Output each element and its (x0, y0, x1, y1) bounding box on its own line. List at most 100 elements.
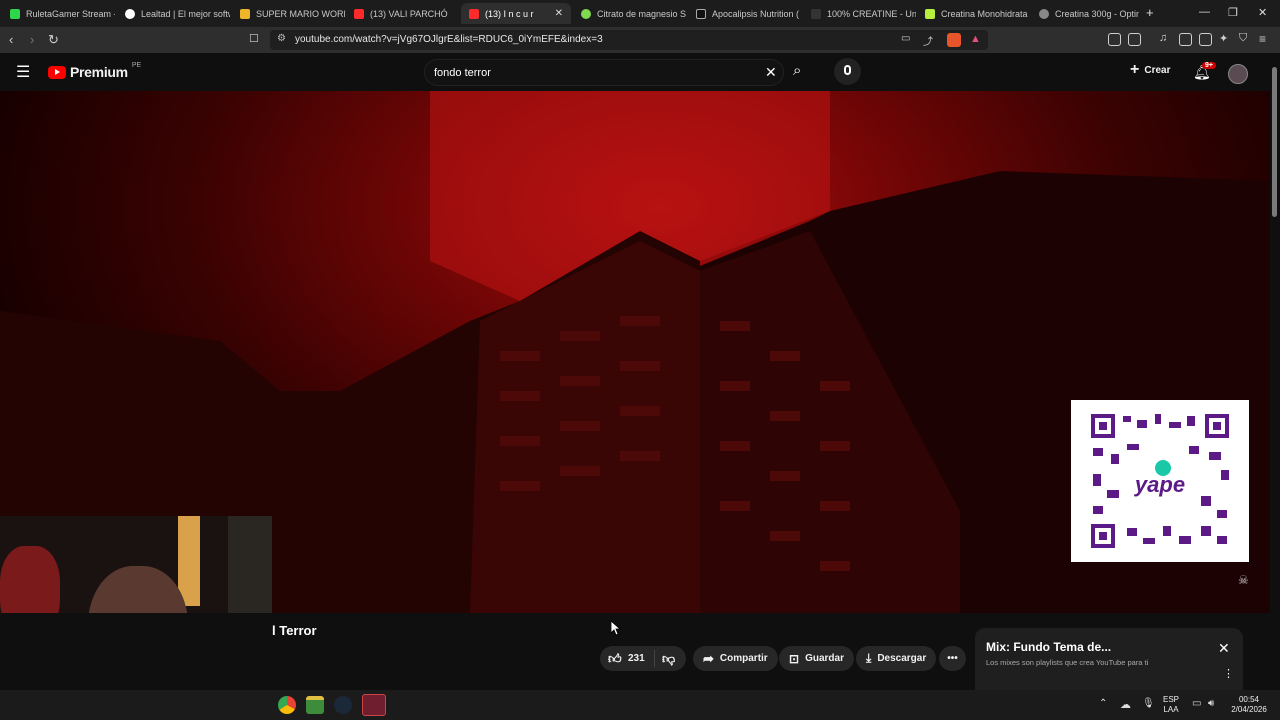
voice-search-button[interactable] (834, 58, 861, 85)
tab-label: RuletaGamer Stream - (26, 8, 115, 19)
like-icon[interactable]: 👍︎ (608, 651, 622, 667)
bookmark-icon[interactable]: ☐ (249, 32, 259, 45)
ai-assistant-icon[interactable]: ✦ (1219, 32, 1228, 45)
minimize-button[interactable]: — (1199, 6, 1210, 18)
app-taskbar-icon[interactable] (306, 696, 324, 714)
create-label: Crear (1144, 64, 1171, 76)
volume-icon[interactable]: 🔊︎ (1208, 698, 1214, 709)
restore-button[interactable]: ❐ (1228, 6, 1238, 19)
tab-close-icon[interactable]: ✕ (555, 8, 563, 19)
save-button[interactable]: ⊡ Guardar (779, 646, 854, 671)
clear-search-icon[interactable]: ✕ (765, 64, 777, 81)
channel-watermark-icon: ☠ (1238, 573, 1249, 587)
cloud-icon[interactable]: ☁ (1120, 698, 1131, 711)
browser-tab-4[interactable]: (13) VALI PARCHÓ (346, 3, 459, 24)
game-taskbar-icon[interactable] (362, 694, 386, 716)
more-actions-button[interactable]: ••• (939, 646, 966, 671)
steam-taskbar-icon[interactable] (334, 696, 352, 714)
sidebar-icon[interactable] (1179, 33, 1192, 46)
mix-title: Mix: Fundo Tema de... (986, 640, 1112, 654)
dislike-icon[interactable]: 👎︎ (662, 651, 675, 667)
browser-tab-9[interactable]: Creatina Monohidrata (917, 3, 1030, 24)
brave-shield-icon[interactable] (947, 33, 961, 47)
bookmark-save-icon: ⊡ (789, 651, 800, 666)
vpn-icon[interactable]: ⛉ (1239, 32, 1247, 45)
share-page-icon[interactable]: ⤴ (923, 33, 933, 48)
close-window-button[interactable]: ✕ (1258, 6, 1267, 19)
logo-text: Premium (70, 64, 128, 80)
yape-qr-code: yape (1071, 400, 1249, 562)
clock-date: 2/04/2026 (1231, 705, 1267, 714)
menu-icon[interactable]: ≡ (1259, 32, 1266, 46)
youtube-logo[interactable]: Premium PE (48, 62, 141, 80)
url-text: youtube.com/watch?v=jVg67OJlgrE&list=RDU… (295, 34, 603, 45)
browser-tab-1[interactable]: RuletaGamer Stream - (2, 3, 115, 24)
youtube-header: ☰ Premium PE fondo terror ✕ ⌕ + Crear 🔔︎… (0, 53, 1270, 91)
save-label: Guardar (805, 653, 844, 664)
close-mix-icon[interactable]: ✕ (1218, 640, 1230, 657)
wallet-icon[interactable] (1128, 33, 1141, 46)
os-taskbar: ⌃ ☁ 🎙︎ ESP LAA ▭ 🔊︎ 00:54 2/04/2026 (0, 690, 1280, 720)
new-tab-button[interactable]: + (1146, 5, 1154, 20)
webcam-chair (0, 546, 60, 613)
language-code: ESP (1163, 695, 1180, 704)
reader-icon[interactable] (1199, 33, 1212, 46)
mix-menu-icon[interactable]: ⋮ (1223, 669, 1234, 680)
tab-favicon-icon (1039, 8, 1049, 19)
site-info-icon[interactable]: ⚙ (277, 33, 286, 44)
tab-label: SUPER MARIO WORLD (256, 8, 345, 19)
share-button[interactable]: ➦ Compartir (693, 646, 778, 671)
tab-label: Lealtad | El mejor softw (141, 8, 230, 19)
browser-tab-10[interactable]: Creatina 300g - Optim (1031, 3, 1139, 24)
tab-favicon-icon (811, 8, 821, 19)
clock[interactable]: 00:54 2/04/2026 (1228, 695, 1270, 715)
mix-subtitle: Los mixes son playlists que crea YouTube… (986, 658, 1149, 667)
tab-label: Creatina 300g - Optim (1055, 8, 1139, 19)
back-icon[interactable]: ‹ (9, 32, 13, 47)
tab-favicon-icon (925, 8, 935, 19)
download-button[interactable]: ⤓ Descargar (856, 646, 937, 671)
language-indicator[interactable]: ESP LAA (1163, 695, 1179, 715)
cast-icon[interactable]: ▭ (901, 33, 910, 44)
browser-tab-8[interactable]: 100% CREATINE - Univ (803, 3, 916, 24)
microphone-icon (844, 65, 851, 75)
mix-playlist-panel: Mix: Fundo Tema de... Los mixes son play… (975, 628, 1243, 690)
tab-favicon-icon (696, 8, 706, 19)
rewards-icon[interactable]: ▲ (970, 33, 981, 45)
webcam-lamp (178, 516, 200, 606)
tab-label: Apocalipsis Nutrition ( (712, 8, 800, 19)
browser-tab-6[interactable]: Citrato de magnesio S (573, 3, 686, 24)
tray-overflow-icon[interactable]: ⌃ (1099, 698, 1107, 709)
browser-tab-7[interactable]: Apocalipsis Nutrition ( (688, 3, 801, 24)
video-title: l Terror (272, 623, 317, 638)
download-label: Descargar (877, 653, 927, 664)
download-icon: ⤓ (866, 651, 872, 665)
address-bar[interactable]: ⚙ youtube.com/watch?v=jVg67OJlgrE&list=R… (270, 30, 988, 50)
browser-tab-3[interactable]: SUPER MARIO WORLD (232, 3, 345, 24)
reload-icon[interactable]: ↻ (48, 32, 59, 48)
extensions-icon[interactable] (1108, 33, 1121, 46)
chrome-taskbar-icon[interactable] (278, 696, 296, 714)
mouse-cursor-icon (611, 621, 621, 636)
tab-label: (13) I n c u r (485, 8, 534, 19)
scrollbar-thumb[interactable] (1272, 67, 1277, 217)
hamburger-menu-icon[interactable]: ☰ (16, 62, 30, 82)
create-button[interactable]: + Crear (1130, 62, 1171, 78)
search-input[interactable]: fondo terror ✕ (424, 59, 784, 86)
network-icon[interactable]: ▭ (1192, 698, 1201, 709)
tab-label: (13) VALI PARCHÓ (370, 8, 448, 19)
browser-tab-2[interactable]: Lealtad | El mejor softw (117, 3, 230, 24)
tab-label: Creatina Monohidrata (941, 8, 1028, 19)
mic-tray-icon[interactable]: 🎙︎ (1142, 698, 1155, 709)
media-icon[interactable]: ♫ (1159, 32, 1167, 44)
forward-icon[interactable]: › (30, 32, 34, 47)
avatar[interactable] (1228, 64, 1248, 84)
tab-label: Citrato de magnesio S (597, 8, 686, 19)
browser-tab-active[interactable]: (13) I n c u r ✕ (461, 3, 571, 24)
like-count[interactable]: 231 (628, 653, 645, 664)
video-player[interactable]: yape ☠ (0, 91, 1270, 613)
clock-time: 00:54 (1238, 695, 1260, 704)
browser-toolbar: ‹ › ↻ ☐ ⚙ youtube.com/watch?v=jVg67OJlgr… (0, 27, 1280, 53)
browser-tab-strip: RuletaGamer Stream - Lealtad | El mejor … (0, 0, 1280, 27)
search-icon[interactable]: ⌕ (793, 62, 801, 79)
